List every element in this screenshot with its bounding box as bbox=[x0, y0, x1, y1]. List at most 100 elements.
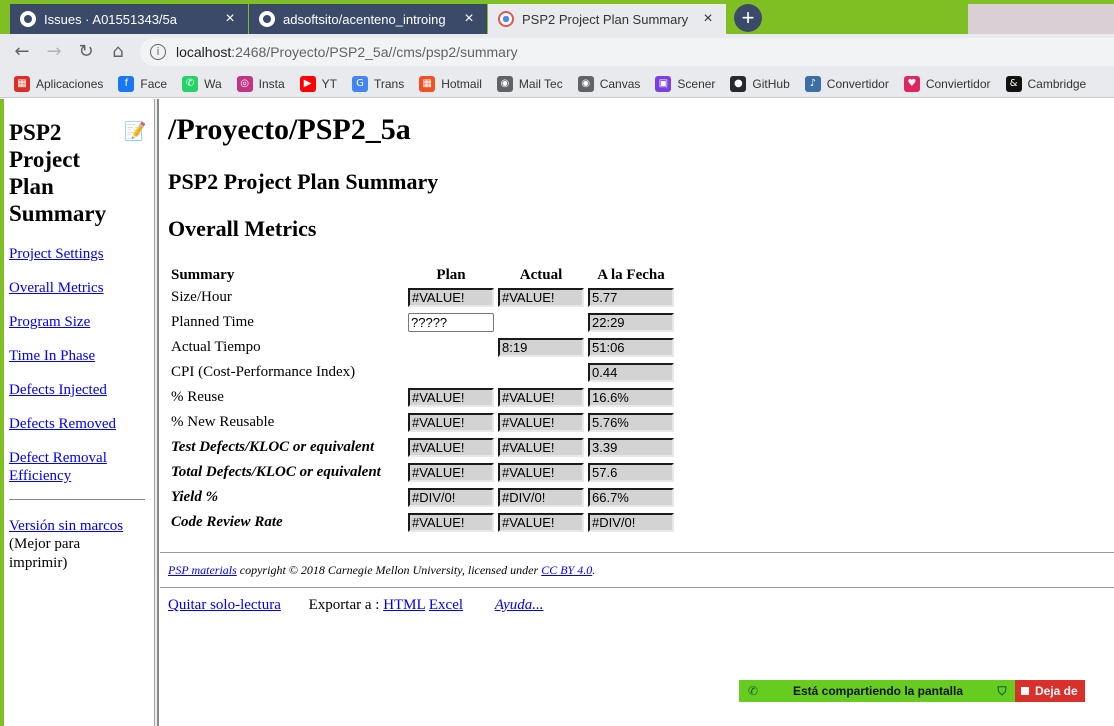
table-row: Code Review Rate #VALUE! #VALUE! #DIV/0! bbox=[169, 510, 676, 535]
column-header-plan: Plan bbox=[436, 267, 466, 283]
edit-icon[interactable]: 📝 bbox=[124, 121, 146, 143]
metric-cell-to-date: 22:29 bbox=[586, 310, 676, 335]
metric-label: Yield % bbox=[171, 489, 219, 505]
page-subtitle: PSP2 Project Plan Summary bbox=[168, 169, 439, 194]
scener-icon: ▣ bbox=[655, 75, 672, 92]
reload-button[interactable]: ↻ bbox=[74, 40, 98, 64]
frame-divider[interactable] bbox=[154, 99, 159, 726]
metric-cell-plan: #VALUE! bbox=[406, 410, 496, 435]
metric-cell-plan: #VALUE! bbox=[406, 285, 496, 310]
page-content: PSP2 Project Plan Summary 📝 Project Sett… bbox=[0, 99, 1114, 726]
stop-sharing-button[interactable]: Deja de bbox=[1015, 680, 1085, 702]
close-icon[interactable]: × bbox=[222, 10, 238, 28]
bookmark-item[interactable]: ◎ Insta bbox=[236, 75, 285, 92]
psp-materials-link[interactable]: PSP materials bbox=[168, 563, 237, 577]
sidebar-link-project-settings[interactable]: Project Settings bbox=[9, 245, 154, 263]
bookmark-item[interactable]: G Trans bbox=[351, 75, 405, 92]
github-icon bbox=[259, 11, 275, 27]
bookmark-item[interactable]: f Face bbox=[118, 75, 167, 92]
metric-label: Actual Tiempo bbox=[171, 339, 261, 355]
sidebar-nav: Project Settings Overall Metrics Program… bbox=[9, 245, 154, 485]
page-title: /Proyecto/PSP2_5a bbox=[168, 113, 411, 146]
globe-icon: ◉ bbox=[577, 75, 594, 92]
close-icon[interactable]: × bbox=[700, 10, 716, 28]
export-html-link[interactable]: HTML bbox=[383, 597, 425, 613]
metric-cell-actual: 8:19 bbox=[496, 335, 586, 360]
bookmark-label: Conviertidor bbox=[925, 76, 991, 91]
bookmark-item[interactable]: & Cambridge bbox=[1005, 75, 1086, 92]
license-link[interactable]: CC BY 4.0 bbox=[541, 563, 592, 577]
globe-icon: ◉ bbox=[496, 75, 513, 92]
stop-icon bbox=[1021, 687, 1029, 695]
forward-button[interactable]: → bbox=[42, 40, 66, 64]
metrics-table: Summary Plan Actual A la Fecha Size/Hour… bbox=[169, 263, 676, 535]
metric-cell-actual: #VALUE! bbox=[496, 460, 586, 485]
phone-icon: ✆ bbox=[747, 684, 759, 698]
metric-cell-to-date: #DIV/0! bbox=[586, 510, 676, 535]
metric-label: CPI (Cost-Performance Index) bbox=[171, 364, 356, 380]
bookmark-item[interactable]: ▦ Aplicaciones bbox=[14, 75, 104, 92]
sidebar-link-program-size[interactable]: Program Size bbox=[9, 313, 154, 331]
sidebar-link-time-in-phase[interactable]: Time In Phase bbox=[9, 347, 154, 365]
footer-divider bbox=[160, 552, 1114, 553]
metric-value: #VALUE! bbox=[498, 438, 584, 457]
frameless-link[interactable]: Versión sin marcos bbox=[9, 517, 154, 535]
heart-icon: ♥ bbox=[903, 75, 920, 92]
tab-issues[interactable]: Issues · A01551343/5a × bbox=[10, 4, 248, 34]
column-header-to-date: A la Fecha bbox=[597, 267, 665, 283]
metric-label: Size/Hour bbox=[171, 289, 232, 305]
bookmark-item[interactable]: ● GitHub bbox=[730, 75, 790, 92]
back-button[interactable]: ← bbox=[10, 40, 34, 64]
help-link[interactable]: Ayuda... bbox=[495, 597, 544, 613]
share-status[interactable]: ✆ Está compartiendo la pantalla ⛉ bbox=[739, 680, 1015, 702]
sidebar-link-defects-removed[interactable]: Defects Removed bbox=[9, 415, 154, 433]
metric-value: #VALUE! bbox=[408, 463, 494, 482]
bookmark-item[interactable]: ✆ Wa bbox=[182, 75, 222, 92]
ampersand-icon: & bbox=[1005, 75, 1022, 92]
apps-grid-icon: ▦ bbox=[14, 75, 30, 92]
metric-value: #DIV/0! bbox=[408, 488, 494, 507]
bookmark-item[interactable]: ▣ Scener bbox=[655, 75, 715, 92]
metric-value: 5.76% bbox=[588, 413, 674, 432]
bookmark-item[interactable]: ♪ Convertidor bbox=[804, 75, 889, 92]
tab-repository[interactable]: adsoftsito/acenteno_introing × bbox=[249, 4, 487, 34]
sidebar-link-overall-metrics[interactable]: Overall Metrics bbox=[9, 279, 154, 297]
sidebar-title: PSP2 Project Plan Summary bbox=[9, 120, 107, 226]
metric-cell-plan: #VALUE! bbox=[406, 460, 496, 485]
browser-toolbar: ← → ↻ ⌂ i localhost:2468/Proyecto/PSP2_5… bbox=[0, 34, 1114, 70]
new-tab-button[interactable]: + bbox=[734, 4, 762, 32]
info-icon[interactable]: i bbox=[150, 44, 166, 60]
metric-value: 57.6 bbox=[588, 463, 674, 482]
metric-label: % New Reusable bbox=[171, 414, 275, 430]
metric-cell-actual: #VALUE! bbox=[496, 435, 586, 460]
bookmark-item[interactable]: ♥ Conviertidor bbox=[903, 75, 991, 92]
bookmark-item[interactable]: ▶ YT bbox=[299, 75, 337, 92]
address-host: localhost bbox=[176, 44, 232, 60]
bookmark-item[interactable]: ▦ Hotmail bbox=[419, 75, 482, 92]
close-icon[interactable]: × bbox=[461, 10, 477, 28]
sidebar-link-defect-removal-efficiency[interactable]: Defect Removal Efficiency bbox=[9, 449, 129, 485]
metric-value: #VALUE! bbox=[498, 413, 584, 432]
bookmark-label: Trans bbox=[373, 76, 405, 91]
table-header-row: Summary Plan Actual A la Fecha bbox=[169, 263, 676, 285]
tab-strip: Issues · A01551343/5a × adsoftsito/acent… bbox=[0, 0, 1114, 34]
tab-psp2-summary[interactable]: PSP2 Project Plan Summary × bbox=[488, 4, 726, 34]
stop-sharing-label: Deja de bbox=[1035, 684, 1078, 698]
remove-readonly-link[interactable]: Quitar solo-lectura bbox=[168, 597, 281, 613]
metric-value: #VALUE! bbox=[408, 388, 494, 407]
metric-cell-to-date: 3.39 bbox=[586, 435, 676, 460]
export-excel-link[interactable]: Excel bbox=[429, 597, 463, 613]
home-button[interactable]: ⌂ bbox=[106, 40, 130, 64]
bookmark-item[interactable]: ◉ Canvas bbox=[577, 75, 640, 92]
bookmark-label: Aplicaciones bbox=[36, 76, 104, 91]
bookmark-item[interactable]: ◉ Mail Tec bbox=[496, 75, 563, 92]
copyright-end: . bbox=[592, 563, 596, 577]
sidebar-link-defects-injected[interactable]: Defects Injected bbox=[9, 381, 154, 399]
column-header-summary: Summary bbox=[171, 267, 235, 283]
metric-cell-actual bbox=[496, 310, 586, 335]
metric-value: 66.7% bbox=[588, 488, 674, 507]
bookmark-label: Convertidor bbox=[826, 76, 889, 91]
address-bar[interactable]: i localhost:2468/Proyecto/PSP2_5a//cms/p… bbox=[140, 38, 1114, 66]
footer-divider bbox=[160, 587, 1114, 588]
planned-time-input[interactable]: ????? bbox=[408, 313, 494, 332]
